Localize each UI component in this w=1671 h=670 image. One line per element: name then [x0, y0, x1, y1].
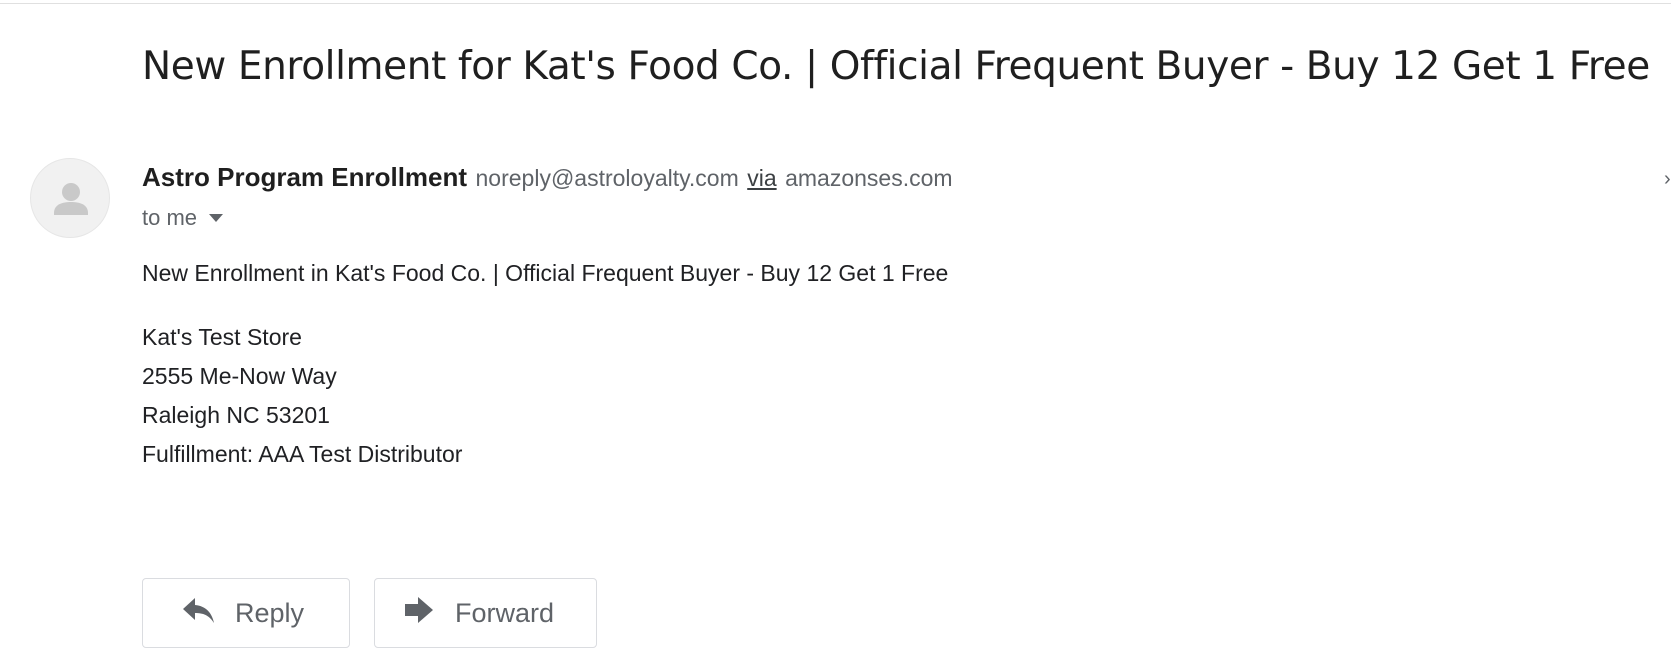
- forward-arrow-icon: [403, 595, 435, 632]
- recipient-details-toggle[interactable]: to me: [142, 205, 224, 231]
- top-divider: [0, 3, 1671, 4]
- via-domain: amazonses.com: [785, 165, 953, 191]
- body-address-line1: 2555 Me-Now Way: [142, 363, 337, 389]
- reply-label: Reply: [235, 597, 305, 628]
- forward-button[interactable]: Forward: [374, 578, 597, 648]
- via-link[interactable]: via: [747, 165, 776, 191]
- body-address-line2: Raleigh NC 53201: [142, 402, 330, 428]
- person-icon: [54, 183, 88, 215]
- sender-email: noreply@astroloyalty.com: [475, 165, 739, 191]
- forward-label: Forward: [455, 597, 555, 628]
- body-store-name: Kat's Test Store: [142, 324, 302, 350]
- reply-button[interactable]: Reply: [142, 578, 350, 648]
- email-subject: New Enrollment for Kat's Food Co. | Offi…: [142, 44, 1650, 89]
- sender-line: Astro Program Enrollment noreply@astrolo…: [142, 162, 953, 193]
- chevron-down-icon[interactable]: [209, 214, 224, 222]
- timestamp-edge: ›: [1664, 168, 1671, 188]
- body-fulfillment: Fulfillment: AAA Test Distributor: [142, 441, 463, 467]
- recipient-label: to me: [142, 205, 198, 230]
- reply-arrow-icon: [181, 595, 217, 632]
- sender-name[interactable]: Astro Program Enrollment: [142, 162, 467, 192]
- body-headline: New Enrollment in Kat's Food Co. | Offic…: [142, 260, 949, 286]
- sender-avatar: [30, 158, 110, 238]
